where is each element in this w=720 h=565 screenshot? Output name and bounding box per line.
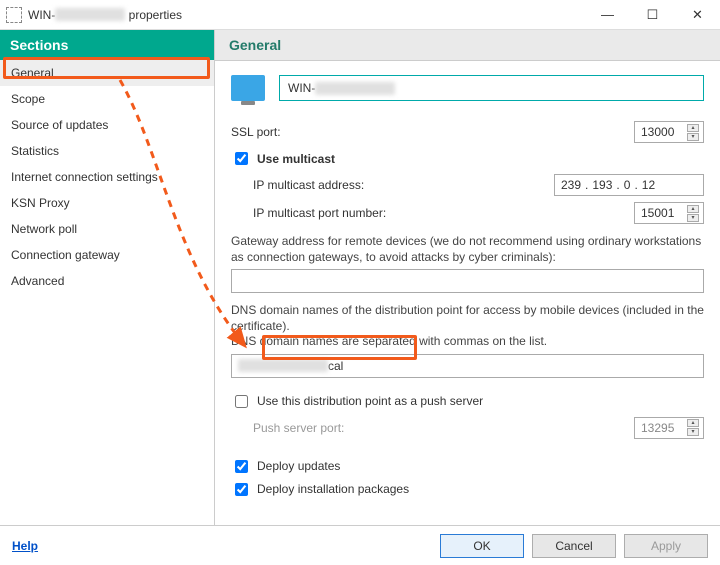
- gateway-address-input[interactable]: [231, 269, 704, 293]
- maximize-button[interactable]: ☐: [630, 0, 675, 29]
- dns-suffix: cal: [328, 359, 343, 373]
- push-server-label: Use this distribution point as a push se…: [257, 394, 483, 408]
- ssl-port-value: 13000: [641, 125, 674, 139]
- dns-desc-line2: DNS domain names are separated with comm…: [231, 334, 547, 348]
- dns-description: DNS domain names of the distribution poi…: [231, 303, 704, 350]
- title-suffix: properties: [125, 8, 182, 22]
- sidebar-item-advanced[interactable]: Advanced: [0, 268, 214, 294]
- apply-button[interactable]: Apply: [624, 534, 708, 558]
- title-prefix: WIN-: [28, 8, 55, 22]
- ip-multicast-address-input[interactable]: 239. 193. 0. 12: [554, 174, 704, 196]
- window-title: WIN- properties: [28, 8, 585, 22]
- content-body: WIN- SSL port: 13000 ▴▾ Use multicast IP…: [215, 61, 720, 517]
- sidebar: Sections General Scope Source of updates…: [0, 30, 215, 525]
- dialog-buttons: Help OK Cancel Apply: [0, 525, 720, 565]
- ip-multicast-port-value: 15001: [641, 206, 674, 220]
- cancel-button[interactable]: Cancel: [532, 534, 616, 558]
- ssl-port-spinner[interactable]: ▴▾: [687, 124, 699, 141]
- ip-multicast-port-spinner[interactable]: ▴▾: [687, 205, 699, 222]
- sidebar-nav: General Scope Source of updates Statisti…: [0, 60, 214, 294]
- ssl-port-label: SSL port:: [231, 125, 481, 139]
- dns-names-input[interactable]: cal: [231, 354, 704, 378]
- deploy-packages-checkbox[interactable]: [235, 483, 248, 496]
- sidebar-item-scope[interactable]: Scope: [0, 86, 214, 112]
- window-controls: — ☐ ✕: [585, 0, 720, 29]
- push-port-input: 13295 ▴▾: [634, 417, 704, 439]
- sidebar-item-internet-connection-settings[interactable]: Internet connection settings: [0, 164, 214, 190]
- monitor-icon: [231, 75, 265, 101]
- hostname-redacted: [315, 82, 395, 95]
- title-redacted: [55, 8, 125, 21]
- close-button[interactable]: ✕: [675, 0, 720, 29]
- ip-a: 239: [561, 178, 581, 192]
- push-port-spinner: ▴▾: [687, 419, 699, 436]
- titlebar: WIN- properties — ☐ ✕: [0, 0, 720, 30]
- ssl-port-input[interactable]: 13000 ▴▾: [634, 121, 704, 143]
- help-link[interactable]: Help: [12, 539, 38, 553]
- push-server-checkbox[interactable]: [235, 395, 248, 408]
- sidebar-item-connection-gateway[interactable]: Connection gateway: [0, 242, 214, 268]
- push-port-value: 13295: [641, 421, 674, 435]
- content-header: General: [215, 30, 720, 61]
- sidebar-header: Sections: [0, 30, 214, 60]
- sidebar-item-network-poll[interactable]: Network poll: [0, 216, 214, 242]
- sidebar-item-general[interactable]: General: [0, 60, 214, 86]
- ip-multicast-port-label: IP multicast port number:: [253, 206, 503, 220]
- ip-b: 193: [592, 178, 612, 192]
- dns-desc-line1: DNS domain names of the distribution poi…: [231, 303, 704, 333]
- use-multicast-label: Use multicast: [257, 152, 335, 166]
- deploy-packages-label: Deploy installation packages: [257, 482, 409, 496]
- app-icon: [6, 7, 22, 23]
- deploy-updates-checkbox[interactable]: [235, 460, 248, 473]
- use-multicast-checkbox[interactable]: [235, 152, 248, 165]
- hostname-prefix: WIN-: [288, 81, 315, 95]
- sidebar-item-ksn-proxy[interactable]: KSN Proxy: [0, 190, 214, 216]
- sidebar-item-source-of-updates[interactable]: Source of updates: [0, 112, 214, 138]
- gateway-description: Gateway address for remote devices (we d…: [231, 234, 704, 265]
- deploy-updates-label: Deploy updates: [257, 459, 340, 473]
- dns-redacted: [238, 359, 328, 372]
- content-pane: General WIN- SSL port: 13000 ▴▾: [215, 30, 720, 525]
- ip-multicast-address-label: IP multicast address:: [253, 178, 503, 192]
- minimize-button[interactable]: —: [585, 0, 630, 29]
- sidebar-item-statistics[interactable]: Statistics: [0, 138, 214, 164]
- push-port-label: Push server port:: [253, 421, 503, 435]
- ip-c: 0: [624, 178, 631, 192]
- ip-multicast-port-input[interactable]: 15001 ▴▾: [634, 202, 704, 224]
- ok-button[interactable]: OK: [440, 534, 524, 558]
- hostname-input[interactable]: WIN-: [279, 75, 704, 101]
- ip-d: 12: [642, 178, 655, 192]
